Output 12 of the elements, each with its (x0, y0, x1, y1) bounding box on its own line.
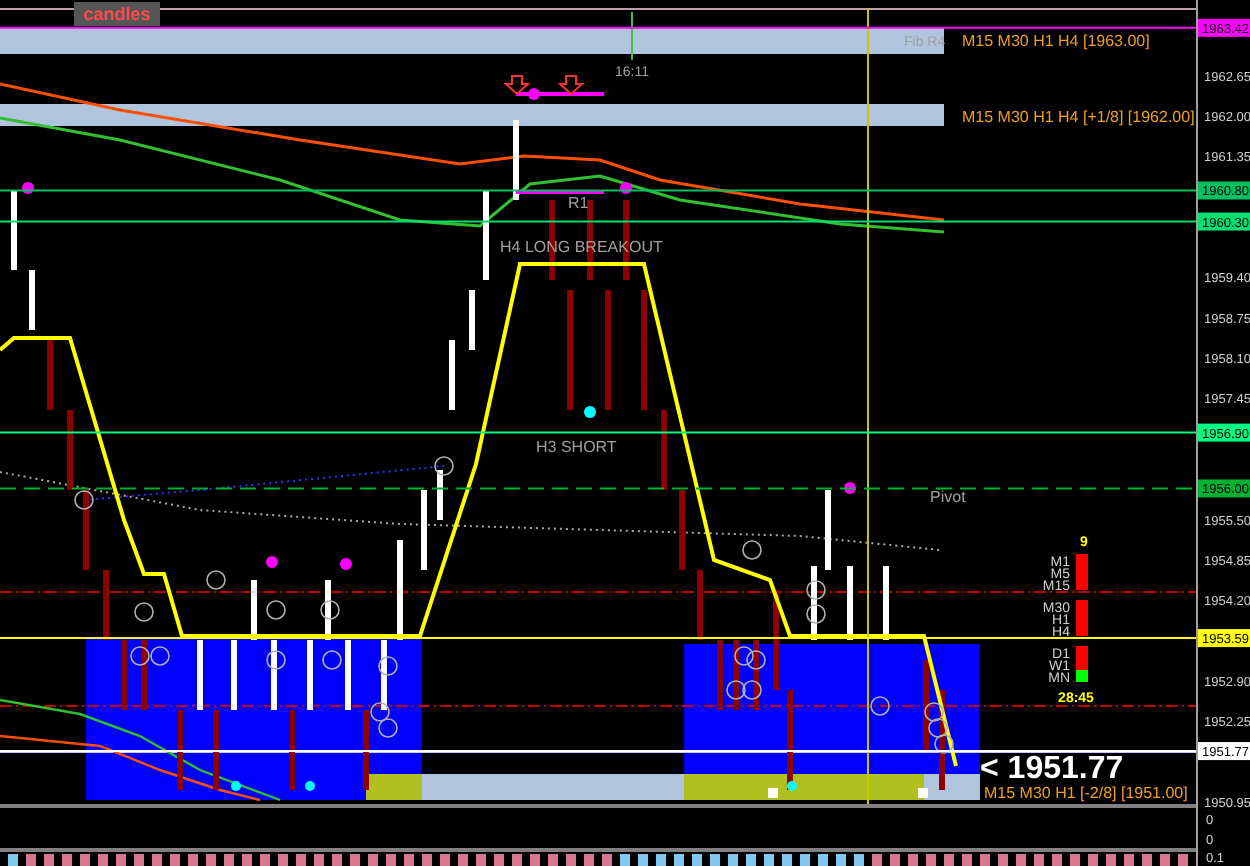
chart-annotation: Pivot (930, 488, 966, 506)
down-arrow-icon (557, 75, 585, 96)
candles-button[interactable]: candles (74, 2, 160, 26)
current-price-label: < 1951.77 (980, 752, 1124, 786)
price-level-label: M15 M30 H1 [-2/8] [1951.00] (984, 784, 1188, 802)
chart-annotation: H3 SHORT (536, 438, 617, 456)
chart-annotation: R1 (568, 194, 589, 212)
square-marker (918, 788, 928, 798)
down-arrow-icon (503, 75, 531, 96)
square-marker (768, 788, 778, 798)
band-label: M15 M30 H1 H4 [+1/8] [1962.00] (962, 108, 1195, 126)
band-label: M15 M30 H1 H4 [1963.00] (962, 32, 1150, 50)
